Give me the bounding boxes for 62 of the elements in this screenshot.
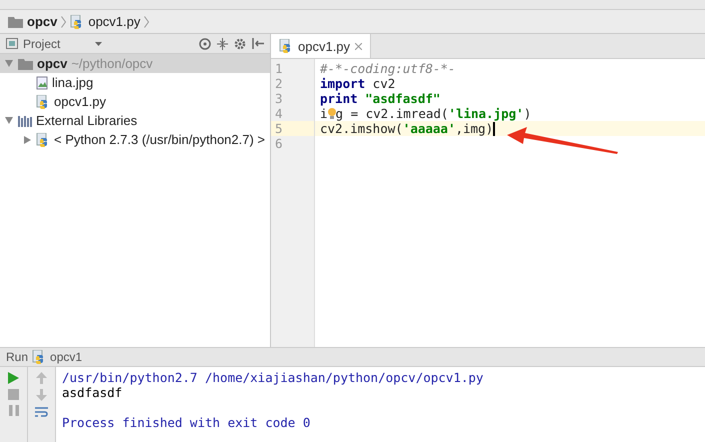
code-token: print <box>320 91 359 106</box>
breadcrumb[interactable]: opcv <box>8 14 58 29</box>
console-line: asdfasdf <box>62 385 124 400</box>
code-token: ,img) <box>455 121 494 136</box>
tree-item-label: External Libraries <box>36 113 138 128</box>
image-file-icon <box>36 76 48 90</box>
editor-tab[interactable]: opcv1.py <box>271 34 372 58</box>
code-token: 'aaaaa' <box>402 121 456 136</box>
line-number: 3 <box>274 91 284 106</box>
code-token: ) <box>524 106 532 121</box>
play-icon[interactable] <box>8 372 19 384</box>
tree-item[interactable]: lina.jpg <box>0 73 270 92</box>
run-panel-title: Run <box>6 350 28 364</box>
breadcrumb[interactable]: opcv1.py <box>70 14 140 29</box>
hide-panel-icon[interactable] <box>252 38 264 49</box>
line-number: 5 <box>271 121 314 136</box>
code-token: cv2.imshow( <box>320 121 403 136</box>
tree-item-label: < Python 2.7.3 (/usr/bin/python2.7) > <box>54 132 266 147</box>
console-line: Process finished with exit code 0 <box>62 415 312 430</box>
expand-arrow-icon[interactable] <box>24 136 30 144</box>
tree-item[interactable]: opcv ~/python/opcv <box>0 54 270 73</box>
crosshair-icon[interactable] <box>199 38 211 50</box>
code-token: "asdfasdf" <box>365 91 440 106</box>
code-token: 'lina.jpg' <box>448 106 524 121</box>
lightbulb-icon[interactable] <box>328 107 336 120</box>
library-icon <box>18 114 32 126</box>
collapse-arrow-icon[interactable] <box>5 60 13 67</box>
code-token: cv2 <box>372 76 396 91</box>
close-icon[interactable] <box>355 42 362 50</box>
code-token: g = cv2.imread( <box>336 106 448 121</box>
collapse-icon[interactable] <box>217 38 228 50</box>
chevron-right-icon <box>61 16 66 28</box>
chevron-right-icon <box>144 16 150 28</box>
folder-icon <box>8 16 23 28</box>
tree-item[interactable]: < Python 2.7.3 (/usr/bin/python2.7) > <box>0 130 270 149</box>
line-number: 6 <box>274 136 284 151</box>
text-cursor <box>493 122 496 136</box>
code-token: #-*-coding:utf8-*- <box>320 61 456 76</box>
tree-item[interactable]: opcv1.py <box>0 92 270 111</box>
tree-item-label: opcv1.py <box>54 94 106 109</box>
project-view-icon <box>6 38 18 49</box>
folder-icon <box>18 58 33 70</box>
line-number: 2 <box>274 76 284 91</box>
console-line: /usr/bin/python2.7 /home/xiajiashan/python/opcv/opcv1.py <box>62 370 484 385</box>
line-number: 4 <box>274 106 284 121</box>
dropdown-caret-icon[interactable] <box>95 42 102 46</box>
python-file-icon <box>279 39 293 53</box>
folder-path: ~/python/opcv <box>71 56 153 71</box>
panel-title[interactable]: Project <box>23 36 60 50</box>
tree-item-label: opcv <box>37 56 68 71</box>
tree-item-label: lina.jpg <box>52 75 94 90</box>
pause-icon[interactable] <box>8 405 18 416</box>
line-number: 1 <box>274 61 284 76</box>
soft-wrap-icon[interactable] <box>35 406 48 418</box>
code-token: i <box>320 106 328 121</box>
python-file-icon <box>36 94 50 108</box>
python-file-icon <box>36 132 50 146</box>
collapse-arrow-icon[interactable] <box>5 117 13 124</box>
code-token: import <box>320 76 366 91</box>
gear-icon[interactable] <box>234 38 246 50</box>
tree-item[interactable]: External Libraries <box>0 111 270 130</box>
run-config-name[interactable]: opcv1 <box>50 350 82 364</box>
